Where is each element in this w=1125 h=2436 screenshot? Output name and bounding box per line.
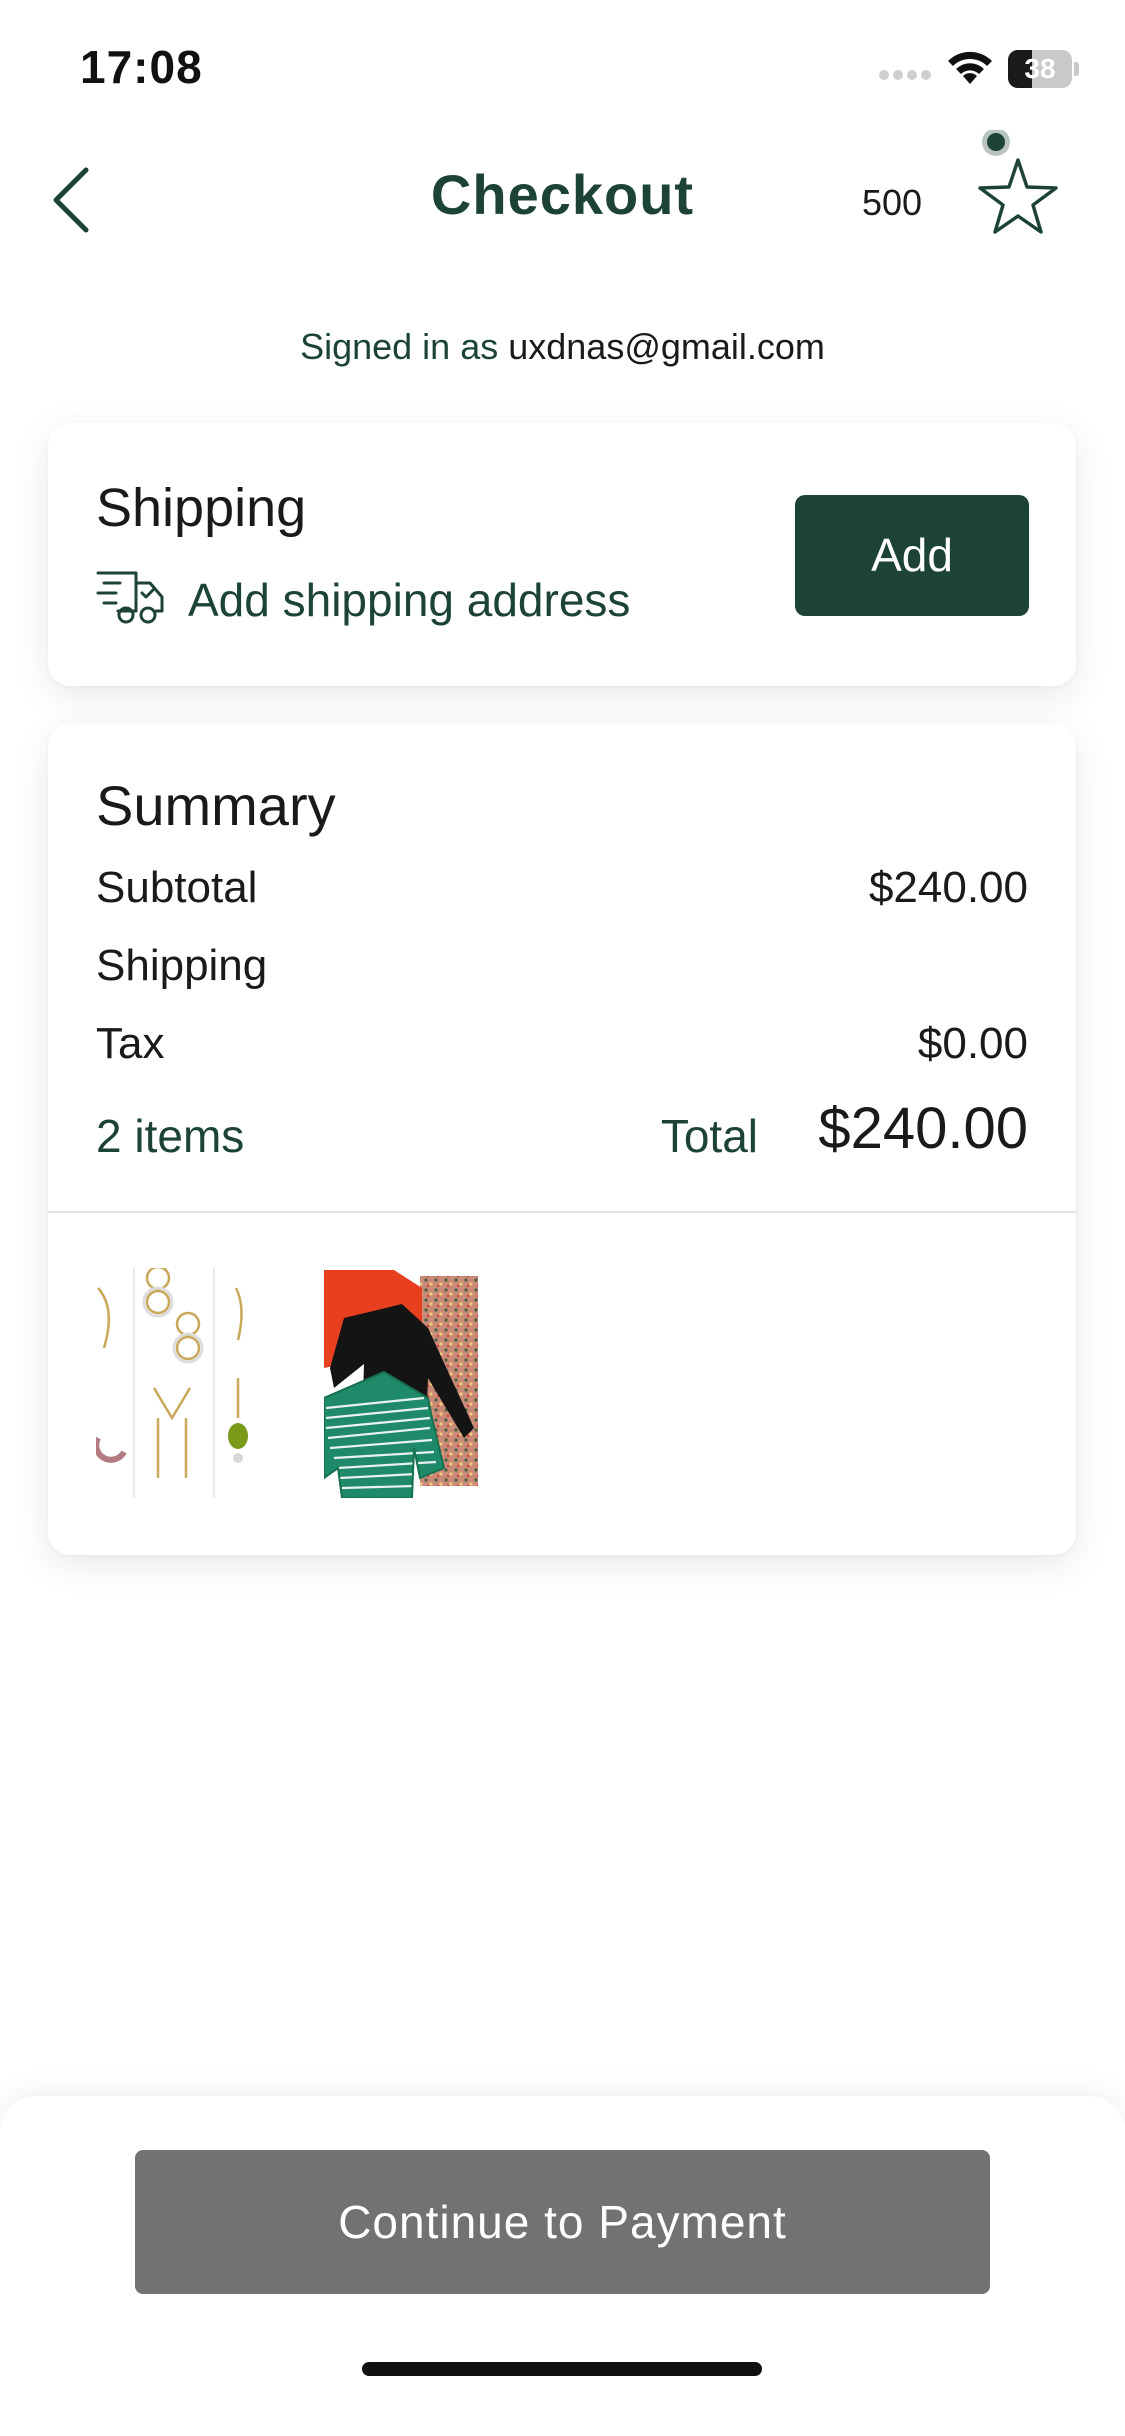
summary-row-tax: Tax $0.00 [96,1019,1028,1079]
continue-to-payment-button[interactable]: Continue to Payment [135,2150,990,2294]
summary-row-shipping: Shipping [96,941,1028,1001]
summary-row-total: 2 items Total $240.00 [96,1096,1028,1183]
page-title: Checkout [430,163,695,226]
shipping-label: Shipping [96,941,268,990]
shipping-card: Shipping Add shipping address Add [48,423,1076,686]
shipping-address-label: Add shipping address [188,574,631,626]
battery-icon: 38 [1008,50,1079,88]
checkout-footer: Continue to Payment [0,2096,1125,2436]
tax-value: $0.00 [917,1019,1028,1068]
subtotal-label: Subtotal [96,863,258,912]
total-label: Total [660,1110,758,1162]
delivery-truck-icon [96,571,164,624]
subtotal-value: $240.00 [868,863,1028,912]
summary-title: Summary [96,774,336,837]
summary-card: Summary Subtotal $240.00 Shipping Tax $0… [48,723,1076,1555]
signed-in-label: Signed in as [300,326,499,367]
shipping-title: Shipping [96,478,307,538]
battery-level: 38 [1024,53,1056,84]
summary-row-subtotal: Subtotal $240.00 [96,863,1028,923]
tax-label: Tax [96,1019,165,1068]
star-icon [978,128,1058,234]
wifi-icon [948,51,992,84]
battery-body: 38 [1008,50,1072,88]
signed-in-line: Signed in as uxdnas@gmail.com [0,326,1125,368]
account-email: uxdnas@gmail.com [508,326,825,367]
summary-divider [48,1211,1076,1213]
status-bar: 17:08 38 [0,0,1125,130]
favorites-button[interactable] [968,128,1068,250]
status-time: 17:08 [80,41,203,93]
points-value: 500 [862,182,923,223]
cellular-signal-icon [879,70,931,80]
battery-cap [1074,62,1079,76]
total-value: $240.00 [818,1096,1028,1161]
home-indicator[interactable] [362,2362,762,2376]
jewelry-product-thumbnail[interactable] [96,1268,256,1498]
items-count[interactable]: 2 items [96,1109,244,1163]
clothing-product-thumbnail[interactable] [324,1268,479,1498]
nav-bar: Checkout 500 [0,128,1125,270]
add-shipping-button[interactable]: Add [795,495,1029,616]
